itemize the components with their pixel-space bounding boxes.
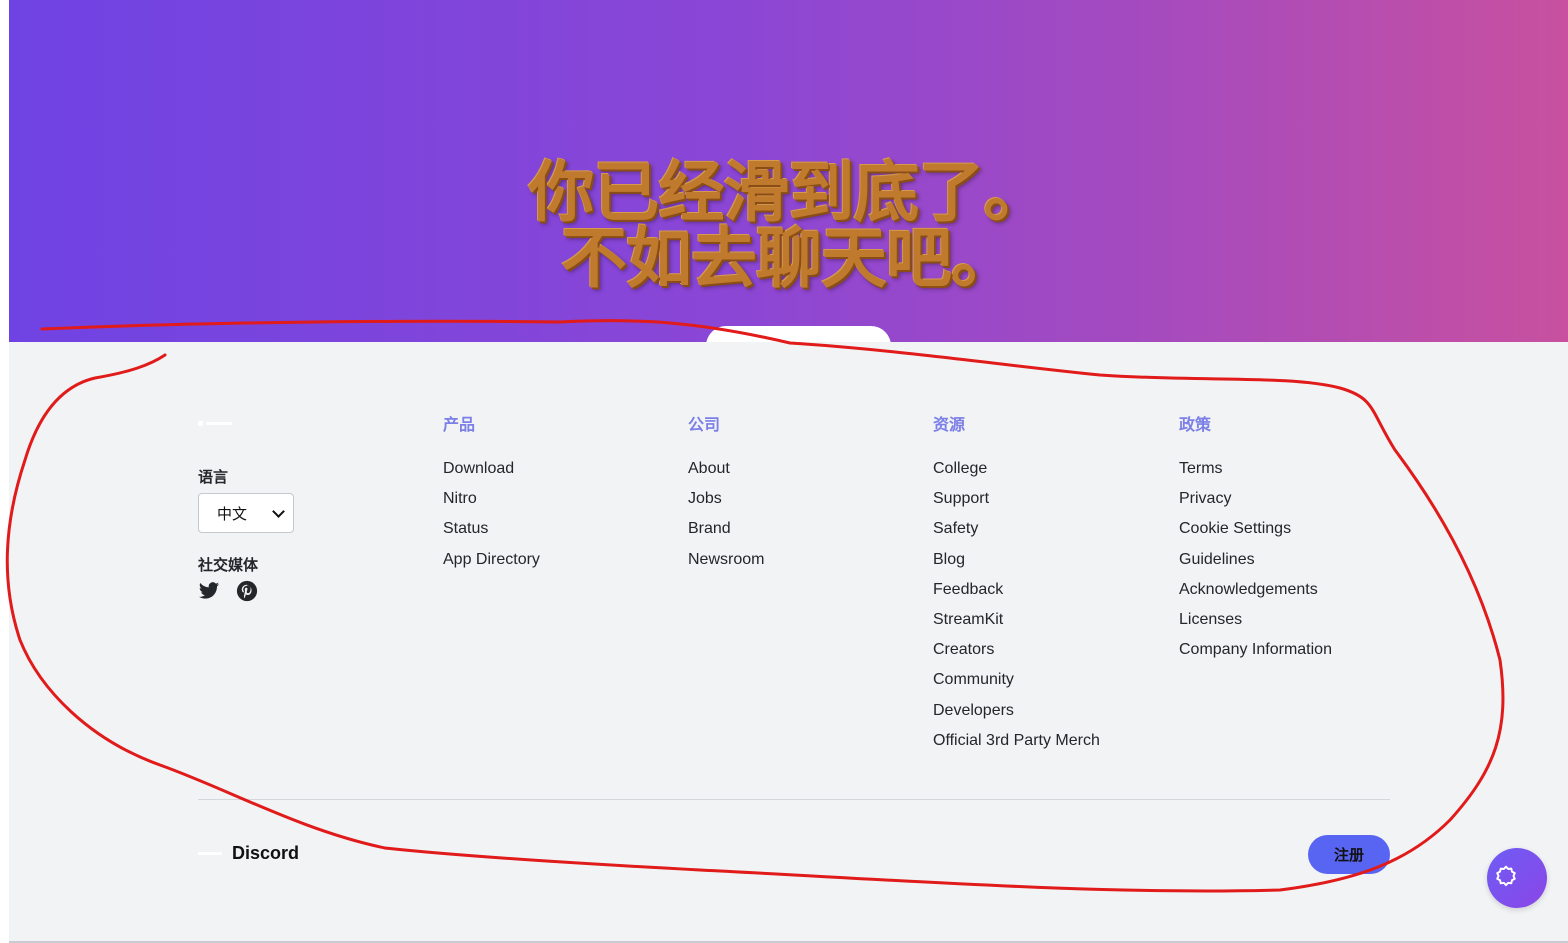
footer-link[interactable]: College — [933, 454, 1100, 484]
floating-settings-button[interactable] — [1487, 848, 1547, 908]
footer-column-policies: 政策 Terms Privacy Cookie Settings Guideli… — [1179, 412, 1332, 665]
footer-link[interactable]: Licenses — [1179, 605, 1332, 635]
footer-logo-icon[interactable] — [198, 420, 232, 426]
footer-link[interactable]: Company Information — [1179, 635, 1332, 665]
hero-title: 你已经滑到底了。 不如去聊天吧。 — [9, 160, 1568, 292]
page: 你已经滑到底了。 不如去聊天吧。 语言 中文 社交媒体 产品 Download … — [0, 0, 1568, 943]
footer-link[interactable]: Cookie Settings — [1179, 514, 1332, 544]
footer-column-company: 公司 About Jobs Brand Newsroom — [688, 412, 764, 575]
column-title: 公司 — [688, 415, 721, 434]
footer-link[interactable]: Terms — [1179, 454, 1332, 484]
footer-link[interactable]: Download — [443, 454, 540, 484]
column-link-list: About Jobs Brand Newsroom — [688, 454, 764, 575]
footer-link[interactable]: Creators — [933, 635, 1100, 665]
column-title: 资源 — [933, 415, 966, 434]
footer-link[interactable]: Status — [443, 514, 540, 544]
footer-brand-link[interactable]: Discord — [198, 843, 299, 864]
footer-link[interactable]: Newsroom — [688, 545, 764, 575]
column-link-list: Download Nitro Status App Directory — [443, 454, 540, 575]
footer-column-resources: 资源 College Support Safety Blog Feedback … — [933, 412, 1100, 756]
footer-brand-name: Discord — [232, 843, 300, 863]
language-select[interactable]: 中文 — [198, 493, 294, 533]
hero-notch-decoration — [706, 326, 891, 342]
footer-link[interactable]: Feedback — [933, 575, 1100, 605]
hero-title-line-2: 不如去聊天吧。 — [561, 220, 1017, 297]
language-select-value: 中文 — [217, 504, 248, 523]
signup-button[interactable]: 注册 — [1308, 835, 1390, 874]
chevron-down-icon — [272, 504, 285, 518]
footer-link[interactable]: Acknowledgements — [1179, 575, 1332, 605]
footer-link[interactable]: Jobs — [688, 484, 764, 514]
twitter-icon[interactable] — [198, 580, 220, 602]
footer-column-products: 产品 Download Nitro Status App Directory — [443, 412, 540, 575]
column-title: 政策 — [1179, 415, 1212, 434]
hero-banner: 你已经滑到底了。 不如去聊天吧。 — [9, 0, 1568, 342]
social-media-label: 社交媒体 — [198, 556, 259, 574]
footer-link[interactable]: Official 3rd Party Merch — [933, 726, 1100, 756]
footer-link[interactable]: Nitro — [443, 484, 540, 514]
footer-link[interactable]: Blog — [933, 545, 1100, 575]
column-link-list: College Support Safety Blog Feedback Str… — [933, 454, 1100, 756]
footer-link[interactable]: StreamKit — [933, 605, 1100, 635]
social-icons — [198, 580, 258, 602]
footer-link[interactable]: Privacy — [1179, 484, 1332, 514]
gear-icon — [1496, 865, 1516, 887]
pinterest-icon[interactable] — [236, 580, 258, 602]
footer-link[interactable]: Guidelines — [1179, 545, 1332, 575]
footer-link[interactable]: App Directory — [443, 545, 540, 575]
column-title: 产品 — [443, 415, 476, 434]
language-label: 语言 — [198, 468, 229, 486]
hero-title-line-1: 你已经滑到底了。 — [528, 154, 1050, 231]
footer-link[interactable]: Developers — [933, 696, 1100, 726]
footer-brand-column: 语言 中文 社交媒体 — [198, 420, 398, 602]
footer-link[interactable]: Safety — [933, 514, 1100, 544]
footer-link[interactable]: About — [688, 454, 764, 484]
footer-link[interactable]: Support — [933, 484, 1100, 514]
footer-divider — [198, 799, 1390, 800]
discord-logo-icon — [198, 852, 222, 855]
footer-link[interactable]: Brand — [688, 514, 764, 544]
column-link-list: Terms Privacy Cookie Settings Guidelines… — [1179, 454, 1332, 665]
footer-link[interactable]: Community — [933, 665, 1100, 695]
